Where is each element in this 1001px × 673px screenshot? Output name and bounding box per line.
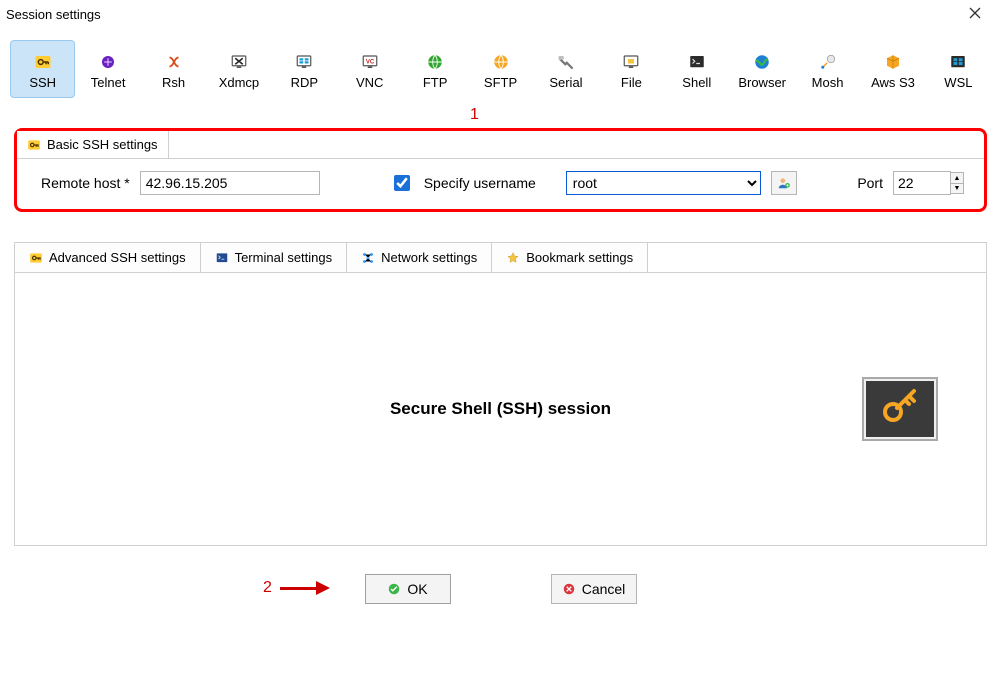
remote-host-input[interactable] [140,171,320,195]
protocol-serial[interactable]: Serial [533,40,598,98]
titlebar: Session settings [0,0,1001,28]
sftp-icon [492,53,510,71]
tabstrip-spacer [648,243,986,273]
protocol-awss3[interactable]: Aws S3 [860,40,925,98]
tab-network[interactable]: Network settings [347,243,492,273]
serial-icon [557,53,575,71]
protocol-label: SSH [29,75,56,90]
tab-label: Network settings [381,250,477,265]
terminal-icon [215,251,229,265]
protocol-browser[interactable]: Browser [729,40,794,98]
close-icon [969,7,981,22]
protocol-rdp[interactable]: RDP [272,40,337,98]
key-icon [29,251,43,265]
specify-username-label: Specify username [424,175,536,191]
shell-icon [688,53,706,71]
tab-terminal[interactable]: Terminal settings [201,243,348,273]
protocol-label: Browser [738,75,786,90]
window-title: Session settings [6,7,101,22]
rdp-icon [295,53,313,71]
port-spinner[interactable]: ▲ ▼ [950,172,964,194]
file-icon [622,53,640,71]
ok-button[interactable]: OK [365,574,451,604]
tab-label: Basic SSH settings [47,137,158,152]
cancel-circle-icon [562,582,576,596]
protocol-label: SFTP [484,75,517,90]
check-circle-icon [387,582,401,596]
protocol-label: WSL [944,75,972,90]
xdmcp-icon [230,53,248,71]
mosh-icon [819,53,837,71]
protocol-label: VNC [356,75,383,90]
svg-text:VC: VC [366,59,375,65]
specify-username-checkbox[interactable] [394,175,410,191]
basic-ssh-panel: Basic SSH settings Remote host * Specify… [14,128,987,212]
protocol-vnc[interactable]: VC VNC [337,40,402,98]
protocol-label: Mosh [812,75,844,90]
advanced-body: Secure Shell (SSH) session [15,273,986,545]
user-icon [777,176,791,190]
basic-tabstrip: Basic SSH settings [17,131,984,159]
protocol-label: Xdmcp [219,75,259,90]
key-icon [27,138,41,152]
tab-label: Terminal settings [235,250,333,265]
username-select[interactable]: root [566,171,761,195]
protocol-sftp[interactable]: SFTP [468,40,533,98]
remote-host-label: Remote host * [41,175,130,191]
annotation-1: 1 [470,106,479,124]
user-picker-button[interactable] [771,171,797,195]
protocol-mosh[interactable]: Mosh [795,40,860,98]
protocol-label: FTP [423,75,448,90]
advanced-panel: Advanced SSH settings Terminal settings … [14,242,987,546]
protocol-ssh[interactable]: SSH [10,40,75,98]
basic-body: Remote host * Specify username root Port… [17,159,984,209]
telnet-icon [99,53,117,71]
dialog-buttons: 2 OK Cancel [0,574,1001,604]
protocol-label: Rsh [162,75,185,90]
protocol-label: Aws S3 [871,75,915,90]
spinner-up-icon[interactable]: ▲ [950,172,964,183]
session-type-title: Secure Shell (SSH) session [390,399,611,419]
protocol-rsh[interactable]: Rsh [141,40,206,98]
protocol-list: SSH Telnet Rsh Xdmcp RDP VC VNC F [0,28,1001,104]
protocol-label: Serial [549,75,582,90]
aws-icon [884,53,902,71]
rsh-icon [165,53,183,71]
arrow-right-icon [280,584,330,592]
protocol-label: File [621,75,642,90]
tab-advanced-ssh[interactable]: Advanced SSH settings [15,243,201,273]
key-icon [34,53,52,71]
spinner-down-icon[interactable]: ▼ [950,183,964,194]
key-icon [876,384,924,435]
ok-label: OK [407,581,427,597]
tab-label: Advanced SSH settings [49,250,186,265]
protocol-wsl[interactable]: WSL [926,40,991,98]
cancel-button[interactable]: Cancel [551,574,637,604]
annotation-2: 2 [263,579,330,597]
ftp-icon [426,53,444,71]
protocol-telnet[interactable]: Telnet [75,40,140,98]
wsl-icon [949,53,967,71]
protocol-label: Shell [682,75,711,90]
tab-label: Bookmark settings [526,250,633,265]
cancel-label: Cancel [582,581,626,597]
vnc-icon: VC [361,53,379,71]
tab-bookmark[interactable]: Bookmark settings [492,243,648,273]
close-button[interactable] [955,0,995,28]
protocol-label: RDP [291,75,318,90]
protocol-file[interactable]: File [599,40,664,98]
protocol-label: Telnet [91,75,126,90]
protocol-xdmcp[interactable]: Xdmcp [206,40,271,98]
port-label: Port [857,175,883,191]
advanced-tabstrip: Advanced SSH settings Terminal settings … [15,243,986,273]
protocol-shell[interactable]: Shell [664,40,729,98]
annotation-2-label: 2 [263,579,272,597]
network-icon [361,251,375,265]
session-type-illustration [862,377,938,441]
port-input[interactable] [893,171,951,195]
browser-icon [753,53,771,71]
tab-basic-ssh[interactable]: Basic SSH settings [17,131,169,158]
star-icon [506,251,520,265]
protocol-ftp[interactable]: FTP [402,40,467,98]
